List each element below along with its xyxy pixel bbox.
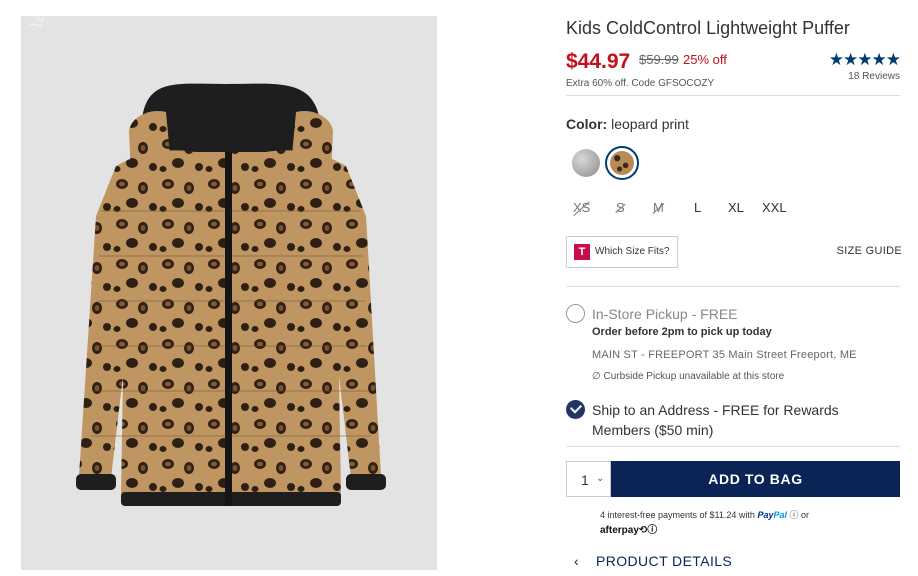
which-size-fits-label: Which Size Fits? — [595, 246, 670, 257]
jacket-illustration — [76, 83, 386, 506]
sale-price: $44.97 — [566, 50, 631, 73]
installment-text: 4 interest-free payments of $11.24 with — [600, 510, 755, 520]
which-size-fits-button[interactable]: T Which Size Fits? — [566, 236, 678, 268]
size-xs[interactable]: XS — [573, 200, 590, 215]
store-address[interactable]: MAIN ST - FREEPORT 35 Main Street Freepo… — [592, 349, 857, 361]
ship-option-line2[interactable]: Members ($50 min) — [592, 422, 713, 438]
pickup-option-title[interactable]: In-Store Pickup - FREE — [592, 306, 738, 322]
ship-option-line1[interactable]: Ship to an Address - FREE for Rewards — [592, 402, 839, 418]
product-info-panel: Kids ColdControl Lightweight Puffer $44.… — [566, 0, 902, 576]
pickup-radio[interactable] — [566, 304, 585, 323]
divider — [566, 446, 900, 447]
divider — [566, 95, 900, 96]
size-xl[interactable]: XL — [728, 200, 744, 215]
paypal-logo[interactable]: PayPal — [757, 510, 787, 520]
color-selection-label: Color: leopard print — [566, 116, 689, 132]
divider — [566, 286, 900, 287]
promo-code-text: Extra 60% off. Code GFSOCOZY — [566, 78, 715, 89]
size-l[interactable]: L — [694, 200, 701, 215]
product-details-toggle[interactable]: ‹ PRODUCT DETAILS — [574, 553, 732, 569]
discount-label: 25% off — [683, 52, 727, 67]
swatch-leopard-fill — [610, 151, 634, 175]
chevron-left-icon: ‹ — [574, 553, 580, 569]
size-guide-link[interactable]: SIZE GUIDE — [837, 245, 902, 257]
rating-stars[interactable]: ★★★★★ — [829, 50, 901, 70]
truefit-logo-icon: T — [574, 244, 590, 260]
reviews-link[interactable]: 18 Reviews — [848, 71, 900, 82]
installment-info: 4 interest-free payments of $11.24 with … — [600, 508, 809, 521]
paypal-logo-pay: Pay — [757, 510, 774, 520]
product-details-label: PRODUCT DETAILS — [596, 553, 733, 569]
product-title: Kids ColdControl Lightweight Puffer — [566, 18, 850, 38]
paypal-logo-pal: Pal — [773, 510, 787, 520]
original-price: $59.99 — [639, 52, 679, 67]
curbside-status: ∅ Curbside Pickup unavailable at this st… — [592, 371, 785, 382]
quantity-select[interactable]: 1 ⌄ — [566, 461, 611, 497]
swatch-grey[interactable] — [572, 149, 600, 177]
add-to-bag-button[interactable]: ADD TO BAG — [611, 461, 900, 497]
size-m[interactable]: M — [653, 200, 664, 215]
afterpay-logo[interactable]: afterpay⟲ⓘ — [600, 521, 657, 536]
ship-radio-checked-icon[interactable] — [566, 400, 585, 419]
swatch-leopard-print[interactable] — [605, 146, 639, 180]
color-label: Color: — [566, 116, 608, 132]
pickup-deadline-note: Order before 2pm to pick up today — [592, 326, 772, 338]
size-xxl[interactable]: XXL — [762, 200, 787, 215]
chevron-down-icon: ⌄ — [596, 473, 605, 484]
paypal-info-icon[interactable]: ⓘ or — [789, 510, 809, 520]
size-s[interactable]: S — [616, 200, 625, 215]
quantity-value: 1 — [581, 472, 589, 488]
product-image: ladies.ng.ua — [21, 16, 437, 570]
color-value: leopard print — [611, 116, 689, 132]
